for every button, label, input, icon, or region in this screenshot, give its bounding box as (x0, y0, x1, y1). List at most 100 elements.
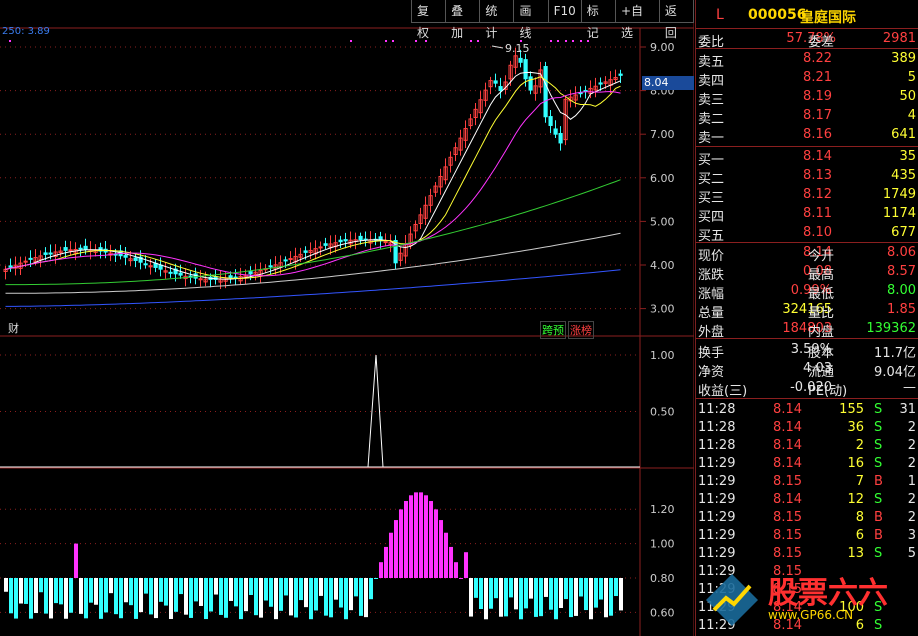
toolbar-huaxian-button[interactable]: 画线 (513, 0, 549, 40)
ma120-line (5, 232, 621, 294)
pane3-bar (314, 578, 318, 611)
candle-body (248, 271, 253, 275)
signal-dot (565, 40, 567, 42)
stock-name[interactable]: 皇庭国际 (800, 7, 856, 27)
toolbar-tongji-button[interactable]: 统计 (479, 0, 515, 40)
toolbar-biaoji-button[interactable]: 标记 (580, 0, 616, 40)
quote-value: 8.06 (887, 245, 916, 260)
quote-label: 今开 (808, 249, 835, 264)
pane3-bar (319, 578, 323, 596)
current-price-marker: 8.04 (642, 76, 694, 90)
pane2-tick-label: 0.50 (650, 406, 675, 419)
pane3-bar (569, 578, 573, 618)
pane3-bar (549, 578, 553, 610)
bid-row: 买二 8.13 435 (696, 167, 918, 187)
bid-level-label: 买二 (698, 172, 725, 187)
candle-body (523, 59, 528, 80)
pane3-bar (89, 578, 93, 603)
candle-body (283, 259, 288, 262)
pane3-bar (239, 578, 243, 620)
candle-body (168, 271, 173, 274)
pane3-bar (574, 578, 578, 616)
ma250-label: 250: 3.89 (2, 26, 50, 37)
toolbar-diejia-button[interactable]: 叠加 (445, 0, 481, 40)
tick-row: 11:29 8.14 12 S 2 (696, 491, 918, 509)
pane3-bar (179, 578, 183, 595)
pane3-bar (174, 578, 178, 612)
signal-dot (580, 40, 582, 42)
pane3-bar (554, 578, 558, 620)
market-mode: L (716, 7, 724, 23)
candle-body (558, 132, 563, 144)
toolbar-fuquan-button[interactable]: 复权 (411, 0, 447, 40)
pane3-bar (189, 578, 193, 618)
pane3-bar (149, 578, 153, 615)
pane3-bar (84, 578, 88, 619)
quote-panel: L 000056 皇庭国际 委比 57.78% 委差 2981 卖五 8.22 38… (695, 0, 918, 636)
pane3-bar (439, 520, 443, 578)
tick-row: 11:28 8.14 36 S 2 (696, 419, 918, 437)
pane3-bar (279, 578, 283, 611)
pane3-bar (74, 543, 78, 578)
pane3-bar (244, 578, 248, 612)
ask-price: 8.19 (803, 89, 832, 104)
pane3-bar (529, 578, 533, 599)
pane3-bar (474, 578, 478, 598)
quote-row: 涨跌 0.08 最高 8.57 (696, 263, 918, 283)
fund-value: 9.04亿 (874, 365, 916, 380)
pane3-bar (109, 578, 113, 594)
pane3-bar (19, 578, 23, 604)
pane3-bar (609, 578, 613, 616)
pane3-bar (204, 578, 208, 620)
pane3-bar (234, 578, 238, 607)
stock-code[interactable]: 000056 (748, 7, 806, 23)
pane3-bar (324, 578, 328, 616)
pane3-bar (389, 532, 393, 578)
pane3-bar (384, 546, 388, 578)
ask-level-label: 卖五 (698, 55, 725, 70)
price-tick-label: 7.00 (650, 128, 675, 141)
bid-level-label: 买三 (698, 191, 725, 206)
pane3-bar (9, 578, 13, 614)
price-tick-label: 5.00 (650, 215, 675, 228)
toolbar-add-watchlist-button[interactable]: +自选 (614, 0, 660, 40)
tick-volume: 36 (847, 420, 864, 435)
price-tick-label: 3.00 (650, 303, 675, 316)
candle-body (48, 252, 53, 255)
pane3-bar (564, 578, 568, 600)
tick-row: 11:28 8.14 2 S 2 (696, 437, 918, 455)
pane3-bar (579, 578, 583, 597)
ask-row: 卖一 8.16 641 (696, 126, 918, 146)
toolbar-f10-button[interactable]: F10 (547, 0, 582, 23)
tick-side: B (874, 474, 883, 489)
candle-body (68, 249, 73, 252)
pane3-bar (359, 578, 363, 616)
finance-tag[interactable]: 财 (8, 320, 19, 336)
chart-area[interactable]: 9.00 8.00 7.00 6.00 5.00 4.00 3.00 1.00 0.50 1.20… (0, 0, 694, 636)
pane3-bar (509, 578, 513, 598)
pane3-bar (224, 578, 228, 618)
pane3-bar (4, 578, 8, 592)
tick-count: 31 (899, 402, 916, 417)
stock-header: L 000056 皇庭国际 (696, 6, 918, 27)
kline-chart[interactable]: 9.008.007.006.005.004.003.001.000.501.20… (0, 0, 694, 636)
ask-row: 卖四 8.21 5 (696, 69, 918, 89)
candle-body (28, 257, 33, 260)
pane3-bar (294, 578, 298, 618)
quote-label: 最低 (808, 287, 835, 302)
bid-price: 8.14 (803, 149, 832, 164)
tick-price: 8.14 (773, 402, 802, 417)
tick-price: 8.14 (773, 456, 802, 471)
signal-dot (477, 40, 479, 42)
gainer-list-tag[interactable]: 涨榜 (568, 321, 594, 339)
forecast-tag[interactable]: 跨预 (540, 321, 566, 339)
candle-body (318, 246, 323, 249)
candle-body (303, 250, 308, 253)
bid-volume: 1174 (882, 206, 916, 221)
bid-row: 买一 8.14 35 (696, 148, 918, 168)
pane3-bar (199, 578, 203, 606)
ask-row: 卖五 8.22 389 (696, 50, 918, 70)
toolbar-back-button[interactable]: 返回 (658, 0, 694, 40)
pane3-bar (289, 578, 293, 616)
bid-volume: 677 (891, 225, 916, 240)
